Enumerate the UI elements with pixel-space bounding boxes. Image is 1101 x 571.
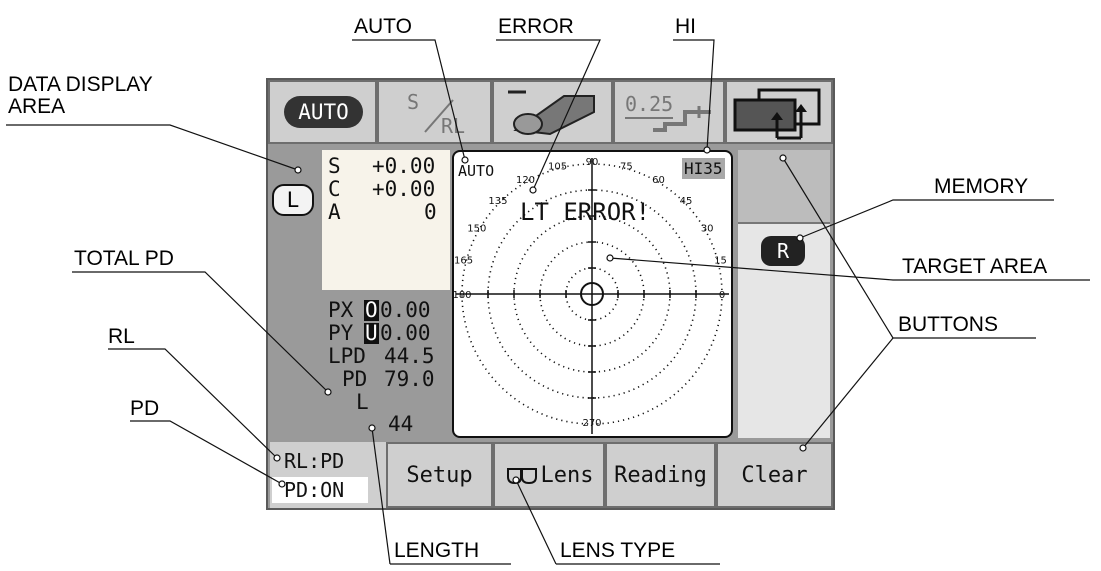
- cylinder-lens-icon: [508, 90, 595, 136]
- callout-auto: AUTO: [354, 15, 412, 38]
- callout-target-area: TARGET AREA: [902, 255, 1048, 278]
- px-label: PX: [328, 298, 354, 322]
- angle-label: 90: [586, 157, 599, 168]
- pd-on-label: PD:ON: [284, 478, 345, 502]
- target-auto-label: AUTO: [458, 162, 495, 180]
- py-label: PY: [328, 321, 354, 345]
- callout-rl: RL: [108, 325, 135, 348]
- sphere-value: +0.00: [372, 154, 436, 178]
- reading-button[interactable]: Reading: [605, 442, 716, 508]
- angle-label: 0: [719, 290, 725, 301]
- pd-value: 79.0: [384, 367, 435, 391]
- axis-label: A: [328, 200, 341, 224]
- error-message: LT ERROR!: [520, 198, 651, 226]
- hi-indicator: HI35: [682, 158, 725, 179]
- callout-hi: HI: [675, 15, 696, 38]
- glasses-icon: [506, 468, 537, 485]
- memory-badge: R: [761, 236, 805, 266]
- auto-badge: AUTO: [284, 96, 363, 128]
- memory-switch-button[interactable]: [725, 80, 833, 144]
- py-value: 0.00: [380, 321, 431, 345]
- sphere-label: S: [328, 154, 341, 178]
- step-025-button[interactable]: 0.25: [613, 80, 725, 144]
- callout-lens-type: LENS TYPE: [560, 539, 676, 562]
- angle-label: 60: [652, 175, 665, 186]
- cylinder-value: +0.00: [372, 177, 436, 201]
- auto-button[interactable]: AUTO: [268, 80, 377, 144]
- target-graph: 90 105 75 120 60 135 45 150 30 165 15 180 0 270: [452, 157, 729, 434]
- callout-error: ERROR: [498, 15, 574, 38]
- angle-label: 165: [454, 256, 473, 267]
- pd-label: PD: [342, 367, 368, 391]
- memory-panel-top: [738, 150, 830, 222]
- setup-button[interactable]: Setup: [386, 442, 493, 508]
- s-rl-toggle-button[interactable]: S RL: [377, 80, 492, 144]
- angle-label: 15: [714, 256, 727, 267]
- lpd-label: LPD: [328, 344, 366, 368]
- callout-buttons: BUTTONS: [898, 313, 998, 336]
- step-icon: [625, 106, 711, 132]
- angle-label: 150: [467, 224, 486, 235]
- lens-type-button[interactable]: Lens: [493, 442, 605, 508]
- angle-label: 45: [680, 196, 693, 207]
- s-label: S: [407, 90, 420, 114]
- axis-value: 0: [424, 200, 437, 224]
- angle-label: 75: [620, 162, 633, 173]
- angle-label: 180: [452, 290, 471, 301]
- py-prefix: U: [364, 321, 379, 345]
- clear-button[interactable]: Clear: [716, 442, 833, 508]
- angle-label: 135: [488, 196, 507, 207]
- callout-pd: PD: [130, 397, 160, 420]
- callout-length: LENGTH: [394, 539, 480, 562]
- rl-pd-label: RL:PD: [284, 449, 345, 473]
- memory-switch-icon: [733, 88, 821, 140]
- lens-shape-button[interactable]: [492, 80, 613, 144]
- callout-memory: MEMORY: [934, 175, 1029, 198]
- rl-label: RL: [441, 114, 466, 138]
- lpd-value: 44.5: [384, 344, 435, 368]
- angle-label: 105: [548, 162, 567, 173]
- px-prefix: O: [364, 298, 379, 322]
- side-indicator: L: [272, 184, 314, 216]
- angle-label: 120: [516, 175, 535, 186]
- length-label: L: [356, 390, 369, 414]
- cylinder-label: C: [328, 177, 341, 201]
- length-value: 44: [388, 412, 414, 436]
- callout-data-display-area: DATA DISPLAY AREA: [8, 73, 153, 118]
- angle-label: 270: [582, 418, 601, 429]
- angle-label: 30: [701, 224, 714, 235]
- px-value: 0.00: [380, 298, 431, 322]
- callout-total-pd: TOTAL PD: [74, 247, 174, 270]
